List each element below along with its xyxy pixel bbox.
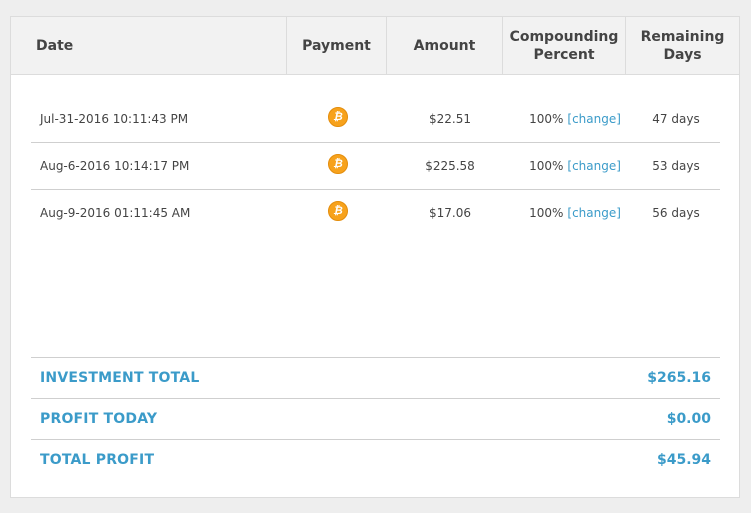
row-date: Aug-6-2016 10:14:17 PM [40, 159, 190, 173]
table-row: Aug-6-2016 10:14:17 PM ₿ $225.58 100% [c… [31, 143, 720, 190]
summary-label: INVESTMENT TOTAL [40, 370, 200, 386]
summary-investment-total: INVESTMENT TOTAL $265.16 [31, 357, 720, 398]
bitcoin-icon: ₿ [328, 106, 348, 127]
table-row: Aug-9-2016 01:11:45 AM ₿ $17.06 100% [ch… [31, 190, 720, 237]
row-remaining-days: 53 days [652, 159, 700, 173]
summary-label: PROFIT TODAY [40, 411, 158, 427]
summary-value: $45.94 [656, 452, 711, 468]
change-link[interactable]: [change] [567, 112, 621, 126]
row-date: Jul-31-2016 10:11:43 PM [40, 112, 189, 126]
row-remaining-days: 47 days [652, 112, 700, 126]
column-header-remaining-days: Remaining Days [640, 28, 725, 63]
summary-label: TOTAL PROFIT [40, 452, 155, 468]
bitcoin-icon: ₿ [328, 153, 348, 174]
row-date: Aug-9-2016 01:11:45 AM [40, 206, 191, 220]
row-remaining-days: 56 days [652, 206, 700, 220]
summary-value: $265.16 [647, 370, 711, 386]
change-link[interactable]: [change] [567, 159, 621, 173]
column-header-date: Date [11, 17, 287, 74]
row-amount: $22.51 [429, 112, 471, 126]
summary-value: $0.00 [666, 411, 711, 427]
row-amount: $17.06 [429, 206, 471, 220]
summary-total-profit: TOTAL PROFIT $45.94 [31, 439, 720, 480]
table-row: Jul-31-2016 10:11:43 PM ₿ $22.51 100% [c… [31, 96, 720, 143]
summary-profit-today: PROFIT TODAY $0.00 [31, 398, 720, 439]
row-compounding-percent: 100% [529, 112, 564, 126]
change-link[interactable]: [change] [567, 206, 621, 220]
row-amount: $225.58 [425, 159, 475, 173]
table-header: Date Payment Amount Compounding Percent … [11, 17, 739, 75]
column-header-amount: Amount [387, 17, 503, 74]
row-compounding-percent: 100% [529, 159, 564, 173]
row-compounding-percent: 100% [529, 206, 564, 220]
column-header-compounding-percent: Compounding Percent [503, 17, 626, 74]
investments-panel: Date Payment Amount Compounding Percent … [10, 16, 740, 498]
bitcoin-icon: ₿ [328, 200, 348, 221]
column-header-payment: Payment [287, 17, 387, 74]
